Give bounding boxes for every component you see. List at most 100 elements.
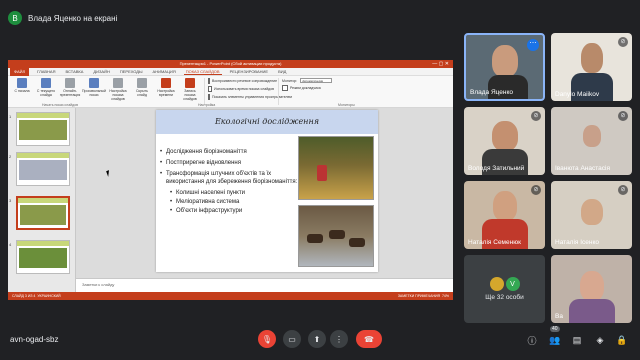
- more-options-icon[interactable]: ⋯: [527, 39, 539, 51]
- participant-tile[interactable]: Наталія Семенюк ⊘: [464, 181, 545, 249]
- participant-name: Влада Яценко: [470, 89, 514, 96]
- chat-button[interactable]: ▤: [570, 333, 584, 347]
- camera-toggle-button[interactable]: ▭: [283, 330, 301, 348]
- notes-toggle[interactable]: ЗАМЕТКИ ПРИМЕЧАНИЯ: [398, 294, 440, 298]
- mini-avatars: V: [489, 277, 520, 291]
- presenter-avatar: В: [8, 11, 22, 25]
- participant-tile[interactable]: Іванюта Анастасія ⊘: [551, 107, 632, 175]
- participant-tile[interactable]: Danylo Maiikov ⊘: [551, 33, 632, 101]
- from-current-button[interactable]: С текущего слайда: [36, 78, 56, 105]
- activities-button[interactable]: ◈: [593, 333, 607, 347]
- tab-design[interactable]: ДИЗАЙН: [91, 69, 111, 74]
- participant-count-badge: 40: [550, 326, 560, 332]
- present-screen-icon: ⬆: [313, 334, 321, 344]
- setup-show-button[interactable]: Настройка показа слайдов: [108, 78, 128, 105]
- more-options-button[interactable]: ⋮: [330, 330, 348, 348]
- sub-bullet-item: Об'єкти інфраструктури: [160, 207, 300, 215]
- online-present-button[interactable]: Онлайн-презентация: [60, 78, 80, 105]
- participant-tile[interactable]: Наталія Ісенко ⊘: [551, 181, 632, 249]
- participant-name: Danylo Maiikov: [555, 91, 600, 98]
- narration-checkbox[interactable]: Воспроизвести речевое сопровождение: [208, 78, 277, 84]
- rehearse-button[interactable]: Настройка времени: [156, 78, 176, 105]
- sub-bullet-item: Колишні населені пункти: [160, 189, 300, 197]
- setup-show-label: Настройка показа слайдов: [109, 89, 127, 101]
- people-button[interactable]: 👥: [548, 333, 562, 347]
- participant-video: [580, 43, 603, 73]
- host-controls-button[interactable]: 🔒: [615, 333, 629, 347]
- leave-call-button[interactable]: ☎: [356, 330, 382, 348]
- language-status: УКРАИНСКИЙ: [37, 294, 61, 298]
- participant-tile[interactable]: Володя Затильний ⊘: [464, 107, 545, 175]
- ppt-status-bar: СЛАЙД 3 ИЗ 4 УКРАИНСКИЙ ЗАМЕТКИ ПРИМЕЧАН…: [8, 292, 453, 300]
- thumb-number: 2: [9, 154, 12, 159]
- participant-tile[interactable]: Ва: [551, 255, 632, 323]
- slide-canvas[interactable]: Екологічні дослідження Дослідження біорі…: [156, 110, 378, 272]
- info-icon: ⓘ: [527, 335, 537, 346]
- thumb-number: 4: [9, 242, 12, 247]
- chat-icon: ▤: [572, 334, 582, 345]
- shared-screen: Презентация1 - PowerPoint (Сбой активаци…: [8, 60, 453, 300]
- slide-thumb-4[interactable]: [16, 240, 70, 274]
- tab-insert[interactable]: ВСТАВКА: [63, 69, 85, 74]
- tab-slideshow[interactable]: ПОКАЗ СЛАЙДОВ: [183, 69, 222, 75]
- from-start-button[interactable]: С начала: [12, 78, 32, 105]
- hang-up-icon: ☎: [364, 334, 374, 344]
- activities-icon: ◈: [596, 334, 604, 345]
- setup-icon: [113, 78, 123, 88]
- presenter-banner: В Влада Яценко на екрані: [8, 8, 117, 28]
- mic-off-icon: ⊘: [618, 111, 628, 121]
- hide-slide-label: Скрыть слайд: [136, 89, 148, 97]
- slide-counter: СЛАЙД 3 ИЗ 4: [12, 294, 36, 298]
- setup-checkboxes: Воспроизвести речевое сопровождение Испо…: [204, 78, 292, 105]
- media-controls-checkbox[interactable]: Показать элементы управления проигрывате…: [208, 94, 292, 100]
- tab-file[interactable]: ФАЙЛ: [10, 67, 30, 76]
- notes-pane[interactable]: Заметки к слайду: [76, 278, 453, 292]
- tab-view[interactable]: ВИД: [276, 69, 288, 74]
- from-start-label: С начала: [14, 89, 30, 93]
- participant-name: Наталія Семенюк: [468, 239, 521, 246]
- presenter-view-checkbox[interactable]: Режим докладчика: [282, 85, 332, 91]
- participant-tile[interactable]: ⋯ Влада Яценко: [464, 33, 545, 101]
- group-label-start: Начать показ слайдов: [42, 103, 78, 107]
- participant-video: [492, 191, 517, 221]
- record-button[interactable]: Запись показа слайдов: [180, 78, 200, 105]
- zoom-level[interactable]: 74%: [442, 294, 449, 298]
- monitor-select[interactable]: Автоматически: [300, 78, 333, 83]
- record-label: Запись показа слайдов: [183, 89, 197, 101]
- hide-slide-button[interactable]: Скрыть слайд: [132, 78, 152, 105]
- more-participants-label: Ще 32 особи: [485, 294, 524, 301]
- tab-animation[interactable]: АНИМАЦИЯ: [151, 69, 178, 74]
- slide-thumbnails: 1 2 3 4: [8, 108, 76, 292]
- slideshow-start-icon: [17, 78, 27, 88]
- mic-off-icon: ⊘: [531, 111, 541, 121]
- photo-field-research: [298, 136, 374, 200]
- info-button[interactable]: ⓘ: [525, 333, 539, 347]
- camera-icon: ▭: [288, 334, 296, 344]
- slide-thumb-1[interactable]: [16, 112, 70, 146]
- presenter-label: Влада Яценко на екрані: [28, 13, 118, 23]
- custom-show-button[interactable]: Произвольный показ: [82, 78, 106, 105]
- thumb-number: 3: [9, 198, 12, 203]
- tab-review[interactable]: РЕЦЕНЗИРОВАНИЕ: [228, 69, 270, 74]
- ppt-workspace: 1 2 3 4 Екологічні дослідження Досліджен…: [8, 108, 453, 292]
- mic-toggle-button[interactable]: 🎙: [258, 330, 276, 348]
- tab-home[interactable]: ГЛАВНАЯ: [35, 69, 57, 74]
- participant-avatar: [489, 277, 504, 291]
- mic-off-icon: ⊘: [618, 37, 628, 47]
- timings-checkbox[interactable]: Использовать время показа слайдов: [208, 86, 274, 92]
- meeting-code: avn-ogad-sbz: [10, 335, 59, 344]
- slide-thumb-2[interactable]: [16, 152, 70, 186]
- participant-video: [582, 125, 601, 147]
- bullet-item: Трансформація штучних об'єктів та їх вик…: [160, 170, 300, 186]
- present-button[interactable]: ⬆: [308, 330, 326, 348]
- rehearse-label: Настройка времени: [157, 89, 175, 97]
- more-participants-tile[interactable]: V Ще 32 особи: [464, 255, 545, 323]
- tab-transitions[interactable]: ПЕРЕХОДЫ: [118, 69, 145, 74]
- bullet-item: Дослідження біорізноманіття: [160, 148, 300, 156]
- mic-off-icon: ⊘: [531, 185, 541, 195]
- people-icon: 👥: [549, 334, 561, 345]
- slide-bullet-list: Дослідження біорізноманіття Постприрегне…: [160, 148, 300, 216]
- slide-thumb-3[interactable]: [16, 196, 70, 230]
- participant-name: Володя Затильний: [468, 165, 525, 172]
- monitor-group: Монитор: Автоматически Режим докладчика: [278, 78, 333, 105]
